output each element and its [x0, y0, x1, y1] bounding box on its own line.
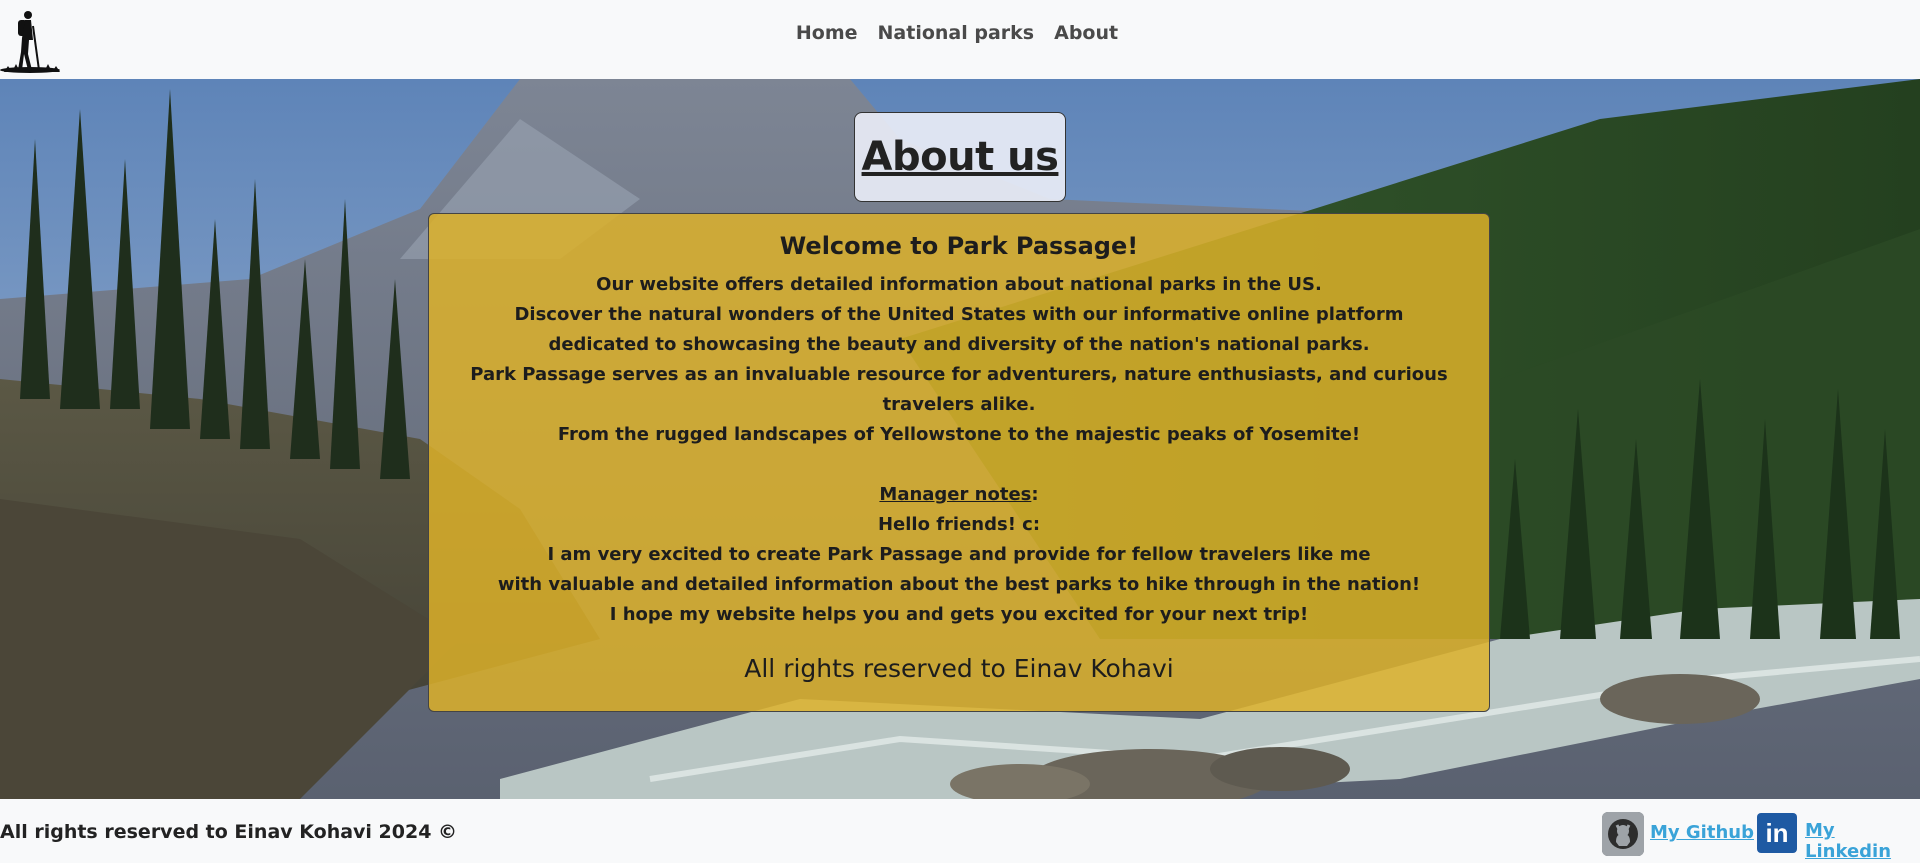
intro-line: dedicated to showcasing the beauty and d… [548, 334, 1370, 355]
intro-line: Our website offers detailed information … [596, 274, 1322, 295]
card-rights-text: All rights reserved to Einav Kohavi [744, 654, 1174, 683]
note-line: I hope my website helps you and gets you… [609, 604, 1309, 625]
github-icon[interactable] [1602, 812, 1644, 856]
nav-home[interactable]: Home [796, 22, 858, 44]
navbar: Home National parks About [0, 0, 1920, 79]
copyright-text: All rights reserved to Einav Kohavi 2024… [0, 821, 458, 843]
note-line: with valuable and detailed information a… [497, 574, 1421, 595]
welcome-heading: Welcome to Park Passage! [779, 232, 1139, 260]
linkedin-link[interactable]: My Linkedin [1805, 820, 1920, 862]
nav-national-parks[interactable]: National parks [878, 22, 1035, 44]
note-line: Hello friends! c: [877, 514, 1041, 535]
intro-line: Park Passage serves as an invaluable res… [470, 364, 1448, 415]
manager-notes-label: Manager notes [879, 484, 1032, 505]
intro-line: Discover the natural wonders of the Unit… [514, 304, 1404, 325]
github-link[interactable]: My Github [1650, 822, 1754, 843]
manager-notes-heading: Manager notes: [429, 480, 1489, 510]
intro-line: From the rugged landscapes of Yellowston… [557, 424, 1361, 445]
nav-menu: Home National parks About [0, 22, 1920, 44]
page-title: About us [861, 134, 1059, 180]
note-line: I am very excited to create Park Passage… [547, 544, 1371, 565]
manager-notes-colon: : [1031, 484, 1039, 505]
linkedin-icon[interactable]: in [1757, 813, 1797, 853]
nav-about[interactable]: About [1054, 22, 1118, 44]
about-card: Welcome to Park Passage! Our website off… [428, 213, 1490, 712]
page-title-box: About us [854, 112, 1066, 202]
